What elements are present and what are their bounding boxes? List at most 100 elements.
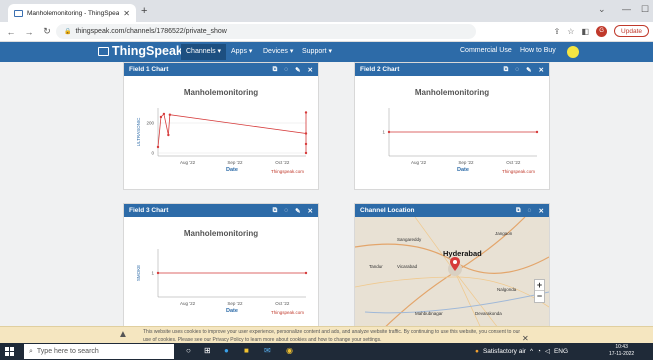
new-tab-icon[interactable]: + xyxy=(141,5,147,17)
comment-icon[interactable]: ◌ xyxy=(284,207,288,215)
address-bar-row: ← → ↻ 🔒 thingspeak.com/channels/1786522/… xyxy=(0,22,653,42)
cookie-close-icon[interactable]: ✕ xyxy=(522,334,529,343)
monitor-icon xyxy=(98,46,109,56)
close-icon[interactable]: ✕ xyxy=(539,207,544,215)
tray-chevron-icon[interactable]: ^ xyxy=(530,348,533,355)
close-icon[interactable]: ✕ xyxy=(539,66,544,74)
weather-icon: ● xyxy=(475,347,479,355)
lock-icon: 🔒 xyxy=(64,29,72,35)
y-tick-label: 1 xyxy=(382,130,385,135)
comment-icon[interactable]: ◌ xyxy=(528,207,532,215)
map-label-vicarabad: Vicarabad xyxy=(397,264,418,269)
y-tick-label: 200 xyxy=(146,121,154,126)
field2-credit[interactable]: Thingspeak.com xyxy=(502,169,535,174)
x-tick-label: Oct '22 xyxy=(506,160,521,165)
thingspeak-navbar: ThingSpeak™ Channels ▾ Apps ▾ Devices ▾ … xyxy=(0,42,653,62)
taskbar-clock[interactable]: 10:43 17-11-2022 xyxy=(609,344,634,358)
field1-title: Field 1 Chart xyxy=(129,66,169,73)
widgets-icon[interactable]: ⊞ xyxy=(204,346,211,355)
edit-pencil-icon[interactable]: ✎ xyxy=(295,207,300,215)
field1-panel: Field 1 Chart ⧉ ◌ ✎ ✕ Manholemonitoring … xyxy=(123,62,319,190)
tab-search-icon[interactable]: ⌄ xyxy=(598,4,606,15)
mail-icon[interactable]: ✉ xyxy=(264,346,271,355)
nav-how-to-buy[interactable]: How to Buy xyxy=(520,47,556,54)
url-text: thingspeak.com/channels/1786522/private_… xyxy=(75,28,227,35)
x-tick-label: Aug '22 xyxy=(180,160,196,165)
search-icon: ⌕ xyxy=(29,347,33,355)
nav-apps[interactable]: Apps ▾ xyxy=(231,47,252,55)
location-title: Channel Location xyxy=(360,207,415,214)
reload-icon[interactable]: ↻ xyxy=(42,26,52,37)
open-external-icon[interactable]: ⧉ xyxy=(516,207,521,215)
update-button[interactable]: Update xyxy=(614,25,649,37)
field3-credit[interactable]: Thingspeak.com xyxy=(271,310,304,315)
search-placeholder: Type here to search xyxy=(36,348,99,355)
field2-header: Field 2 Chart ⧉ ◌ ✎ ✕ xyxy=(355,63,549,76)
map-label-mahbubnagar: Mahbubnagar xyxy=(415,311,443,316)
field3-header: Field 3 Chart ⧉ ◌ ✎ ✕ xyxy=(124,204,318,217)
comment-icon[interactable]: ◌ xyxy=(515,66,519,74)
browser-actions: ⇪ ☆ ◧ G Update xyxy=(554,25,649,37)
location-pin-icon[interactable] xyxy=(450,257,460,271)
edit-pencil-icon[interactable]: ✎ xyxy=(295,66,300,74)
lang-indicator[interactable]: ENG xyxy=(554,348,568,355)
back-icon[interactable]: ← xyxy=(6,27,16,37)
location-header: Channel Location ⧉ ◌ ✕ xyxy=(355,204,549,217)
browser-tab[interactable]: Manholemonitoring - ThingSpeak ✕ xyxy=(8,4,136,22)
data-point xyxy=(535,130,539,134)
nav-devices[interactable]: Devices ▾ xyxy=(263,47,293,55)
file-explorer-icon[interactable]: ■ xyxy=(244,346,249,355)
data-point xyxy=(162,112,166,116)
location-map[interactable]: Sangareddy Jangaon Hyderabad Tandur Vica… xyxy=(355,217,549,337)
share-icon[interactable]: ⇪ xyxy=(554,27,561,36)
system-tray: ● Satisfactory air ^ ◔ ◁ ENG xyxy=(475,347,568,356)
profile-avatar[interactable]: G xyxy=(596,25,608,37)
url-input[interactable]: 🔒 thingspeak.com/channels/1786522/privat… xyxy=(56,24,476,39)
clock-date: 17-11-2022 xyxy=(609,351,635,357)
zoom-out-button[interactable]: − xyxy=(535,291,544,302)
logo-text: ThingSpeak xyxy=(112,44,183,58)
windows-start-icon[interactable] xyxy=(5,347,14,356)
x-tick-label: Oct '22 xyxy=(275,301,290,306)
field1-chart: 0 200 Aug '22 Sep '22 Oct '22 Date ULTRASONIC xyxy=(136,108,308,173)
open-external-icon[interactable]: ⧉ xyxy=(273,207,278,215)
field1-header: Field 1 Chart ⧉ ◌ ✎ ✕ xyxy=(124,63,318,76)
map-roads xyxy=(355,217,549,337)
field1-credit[interactable]: Thingspeak.com xyxy=(271,169,304,174)
close-icon[interactable]: ✕ xyxy=(308,66,313,74)
x-axis-label: Date xyxy=(457,167,469,173)
map-label-hyderabad: Hyderabad xyxy=(443,249,482,258)
edge-icon[interactable]: ● xyxy=(224,346,229,355)
zoom-in-button[interactable]: + xyxy=(535,280,544,291)
thingspeak-logo[interactable]: ThingSpeak™ xyxy=(98,44,188,58)
comment-icon[interactable]: ◌ xyxy=(284,66,288,74)
nav-commercial-use[interactable]: Commercial Use xyxy=(460,47,512,54)
series-line xyxy=(157,112,307,153)
weather-text[interactable]: Satisfactory air xyxy=(483,348,526,355)
edit-pencil-icon[interactable]: ✎ xyxy=(526,66,531,74)
open-external-icon[interactable]: ⧉ xyxy=(273,66,278,74)
network-icon[interactable]: ◔ xyxy=(537,348,541,355)
data-point xyxy=(167,133,170,137)
maximize-icon[interactable]: ☐ xyxy=(641,4,649,15)
taskbar-search-input[interactable]: ⌕ Type here to search xyxy=(24,344,174,359)
close-tab-icon[interactable]: ✕ xyxy=(123,9,130,18)
data-point xyxy=(304,271,308,275)
minimize-icon[interactable]: — xyxy=(622,4,631,14)
forward-icon[interactable]: → xyxy=(24,27,34,37)
field2-chart: 1 Aug '22 Sep '22 Oct '22 Date xyxy=(382,108,539,173)
sidepanel-icon[interactable]: ◧ xyxy=(581,27,589,36)
field3-panel: Field 3 Chart ⧉ ◌ ✎ ✕ Manholemonitoring … xyxy=(123,203,319,331)
open-external-icon[interactable]: ⧉ xyxy=(504,66,509,74)
map-label-tandur: Tandur xyxy=(369,264,383,269)
clock-time: 10:43 xyxy=(615,344,628,350)
data-point xyxy=(304,132,308,135)
close-icon[interactable]: ✕ xyxy=(308,207,313,215)
chrome-icon[interactable]: ◉ xyxy=(286,346,293,355)
bookmark-star-icon[interactable]: ☆ xyxy=(567,27,574,36)
task-view-icon[interactable]: ○ xyxy=(186,346,191,355)
nav-channels[interactable]: Channels ▾ xyxy=(181,44,227,60)
nav-support[interactable]: Support ▾ xyxy=(302,47,332,55)
user-avatar-icon[interactable] xyxy=(567,46,579,58)
volume-icon[interactable]: ◁ xyxy=(545,347,550,355)
